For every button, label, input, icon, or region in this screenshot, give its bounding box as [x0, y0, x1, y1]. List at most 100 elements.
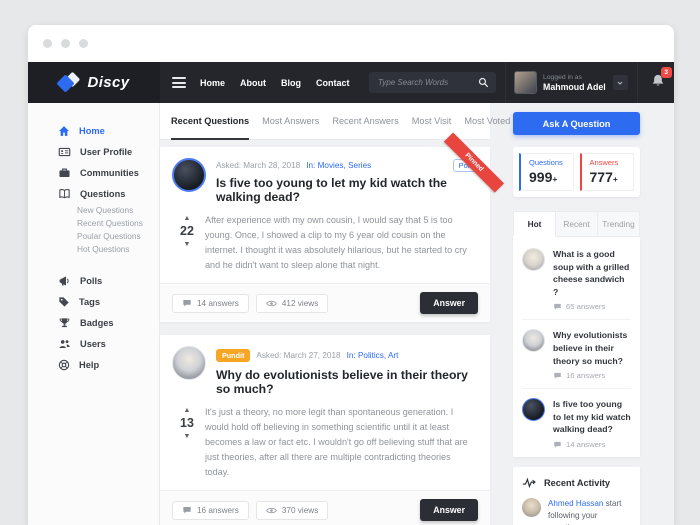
sidebar-item-label: Polls [80, 276, 102, 286]
tab-recent[interactable]: Recent [556, 211, 598, 237]
logged-in-label: Logged in as [543, 74, 606, 81]
upvote-button[interactable]: ▲ [172, 214, 202, 223]
comment-icon [553, 372, 562, 380]
tab-most-visit[interactable]: Most Visit [412, 103, 452, 140]
sidebar-item-user-profile[interactable]: User Profile [28, 141, 159, 162]
question-title[interactable]: Is five too young to let my kid watch th… [216, 176, 478, 204]
sidebar-item-label: Users [80, 339, 106, 349]
sidebar-item-label: Communities [80, 168, 139, 178]
sidebar-item-badges[interactable]: Badges [28, 312, 159, 333]
user-info: Logged in as Mahmoud Adel [543, 74, 606, 92]
nav-item-blog[interactable]: Blog [281, 78, 301, 88]
list-item[interactable]: Is five too young to let my kid watch wa… [522, 388, 631, 457]
tab-trending[interactable]: Trending [598, 211, 640, 237]
answer-button[interactable]: Answer [420, 292, 478, 314]
trophy-icon [58, 317, 71, 329]
question-title[interactable]: Why do evolutionists believe in their th… [216, 368, 478, 396]
hot-question-title[interactable]: Is five too young to let my kid watch wa… [553, 398, 631, 436]
window-control-dot[interactable] [79, 39, 88, 48]
list-item[interactable]: Why evolutionists believe in their theor… [522, 319, 631, 388]
avatar[interactable] [522, 498, 541, 517]
sidebar-item-label: Tags [79, 297, 100, 307]
user-avatar[interactable] [514, 71, 537, 94]
avatar[interactable] [172, 346, 206, 380]
comment-icon [182, 506, 192, 515]
eye-icon [266, 506, 277, 515]
avatar [522, 398, 545, 421]
question-feed: Recent Questions Most Answers Recent Ans… [160, 103, 490, 525]
comment-icon [553, 303, 562, 311]
comment-icon [182, 299, 192, 308]
window-control-dot[interactable] [61, 39, 70, 48]
megaphone-icon [58, 275, 71, 287]
hot-question-title[interactable]: Why evolutionists believe in their theor… [553, 329, 631, 367]
left-sidebar: Home User Profile Communities Questions … [28, 103, 160, 525]
sidebar-item-home[interactable]: Home [28, 120, 159, 141]
list-item[interactable]: What is a good soup with a grilled chees… [522, 239, 631, 319]
user-menu-button[interactable] [613, 75, 628, 90]
downvote-button[interactable]: ▼ [172, 432, 202, 441]
brand-name: Discy [87, 74, 129, 91]
question-categories[interactable]: In: Movies, Series [306, 161, 371, 170]
brand-logo-icon [58, 73, 80, 92]
tab-most-answers[interactable]: Most Answers [262, 103, 319, 140]
sidebar-item-new-questions[interactable]: New Questions [28, 204, 159, 217]
window-titlebar [28, 25, 674, 62]
sidebar-item-polls[interactable]: Polls [28, 270, 159, 291]
questions-stat-label: Questions [529, 158, 573, 167]
tab-hot[interactable]: Hot [513, 211, 556, 237]
chevron-down-icon [616, 79, 624, 87]
questions-stat: Questions 999+ [519, 153, 574, 191]
search-input[interactable] [369, 72, 496, 93]
page-content: Home User Profile Communities Questions … [28, 103, 674, 525]
tag-icon [58, 296, 70, 308]
hot-question-title[interactable]: What is a good soup with a grilled chees… [553, 248, 631, 298]
tab-recent-answers[interactable]: Recent Answers [332, 103, 398, 140]
sidebar-item-tags[interactable]: Tags [28, 291, 159, 312]
window-control-dot[interactable] [43, 39, 52, 48]
views-button[interactable]: 370 views [256, 501, 328, 520]
search-icon[interactable] [478, 77, 489, 88]
user-area: Logged in as Mahmoud Adel 3 [505, 62, 674, 103]
questions-stat-value: 999 [529, 169, 552, 185]
notifications-button[interactable]: 3 [651, 73, 665, 93]
nav-item-about[interactable]: About [240, 78, 266, 88]
sidebar-item-communities[interactable]: Communities [28, 162, 159, 183]
tab-most-voted[interactable]: Most Voted [464, 103, 510, 140]
recent-activity-card: Recent Activity Ahmed Hassan start follo… [513, 467, 640, 525]
tab-recent-questions[interactable]: Recent Questions [171, 103, 249, 140]
sidebar-item-recent-questions[interactable]: Recent Questions [28, 217, 159, 230]
sidebar-item-help[interactable]: Help [28, 354, 159, 375]
upvote-button[interactable]: ▲ [172, 406, 202, 415]
question-date: Asked: March 28, 2018 [216, 161, 300, 170]
eye-icon [266, 299, 277, 308]
navbar: Discy Home About Blog Contact Logged in … [28, 62, 674, 103]
vote-count: 22 [172, 223, 202, 240]
feed-tabs: Recent Questions Most Answers Recent Ans… [160, 103, 490, 140]
sidebar-item-popular-questions[interactable]: Poular Questions [28, 230, 159, 243]
answers-button[interactable]: 14 answers [172, 294, 249, 313]
nav-item-home[interactable]: Home [200, 78, 225, 88]
brand-logo[interactable]: Discy [28, 62, 160, 103]
ask-question-button[interactable]: Ask A Question [513, 112, 640, 135]
question-categories[interactable]: In: Politics, Art [347, 351, 399, 360]
sidebar-item-questions[interactable]: Questions [28, 183, 159, 204]
vote-widget: ▲ 13 ▼ [172, 405, 202, 480]
sidebar-item-users[interactable]: Users [28, 333, 159, 354]
activity-user[interactable]: Ahmed Hassan [548, 499, 603, 508]
answer-button[interactable]: Answer [420, 499, 478, 521]
recent-activity-title: Recent Activity [544, 478, 610, 488]
search-box [369, 72, 496, 93]
question-card: Pinned Poll Asked: March 28, 2018 In: Mo… [160, 147, 490, 322]
views-button[interactable]: 412 views [256, 294, 328, 313]
sidebar-item-hot-questions[interactable]: Hot Questions [28, 243, 159, 256]
username[interactable]: Mahmoud Adel [543, 82, 606, 92]
answers-button[interactable]: 16 answers [172, 501, 249, 520]
avatar[interactable] [172, 158, 206, 192]
sidebar-item-label: Help [79, 360, 99, 370]
downvote-button[interactable]: ▼ [172, 240, 202, 249]
hamburger-menu-icon[interactable] [172, 77, 186, 88]
hot-question-answers: 16 answers [566, 371, 605, 380]
nav-item-contact[interactable]: Contact [316, 78, 350, 88]
activity-pulse-icon [522, 477, 536, 488]
